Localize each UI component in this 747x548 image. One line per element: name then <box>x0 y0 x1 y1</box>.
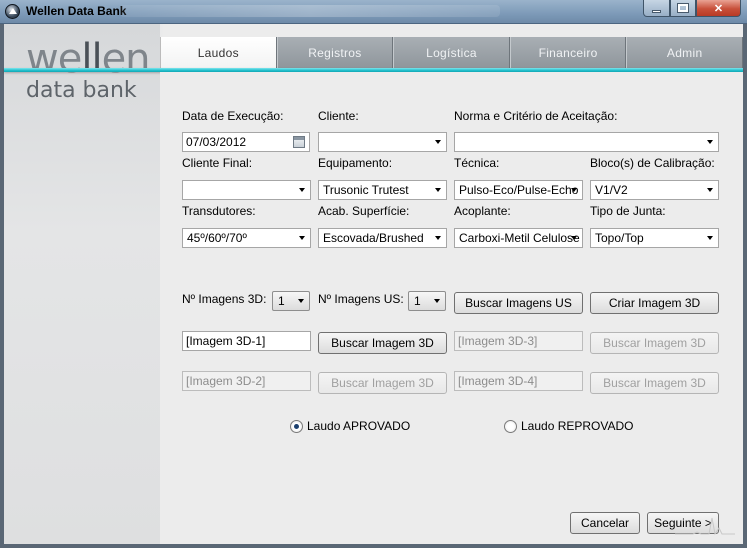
norma-label: Norma e Critério de Aceitação: <box>454 109 618 123</box>
calendar-icon[interactable] <box>293 136 305 148</box>
imagem-3d-4-field[interactable]: [Imagem 3D-4] <box>454 371 583 391</box>
bloco-select[interactable]: V1/V2 <box>590 180 719 200</box>
logo-panel: wellen data bank <box>4 24 160 544</box>
buscar-imagem-3d-4-button[interactable]: Buscar Imagem 3D <box>590 372 719 394</box>
laudo-aprovado-radio[interactable]: Laudo APROVADO <box>290 419 410 433</box>
chevron-down-icon <box>298 299 304 303</box>
n-imagens-us-value: 1 <box>414 294 421 308</box>
cliente-final-select[interactable] <box>182 180 311 200</box>
radio-unchecked-icon <box>504 419 517 433</box>
laudo-form: Data de Execução: 07/03/2012 Cliente: No… <box>160 72 743 544</box>
minimize-icon <box>652 9 661 13</box>
buscar-imagem-3d-3-button[interactable]: Buscar Imagem 3D <box>590 332 719 354</box>
app-window: Wellen Data Bank ✕ wellen data bank Laud… <box>0 0 747 548</box>
tipo-junta-label: Tipo de Junta: <box>590 204 666 218</box>
cliente-label: Cliente: <box>318 109 359 123</box>
close-icon: ✕ <box>713 2 724 15</box>
window-title: Wellen Data Bank <box>26 4 127 18</box>
data-execucao-field[interactable]: 07/03/2012 <box>182 132 310 152</box>
tab-bar: Laudos Registros Logística Financeiro Ad… <box>160 37 743 69</box>
tecnica-select[interactable]: Pulso-Eco/Pulse-Echo <box>454 180 583 200</box>
pulse-wave-icon <box>675 517 735 536</box>
cancelar-button[interactable]: Cancelar <box>570 512 640 534</box>
minimize-button[interactable] <box>643 0 670 17</box>
equipamento-select[interactable]: Trusonic Trutest <box>318 180 447 200</box>
transdutores-label: Transdutores: <box>182 204 256 218</box>
acab-select[interactable]: Escovada/Brushed <box>318 228 447 248</box>
criar-imagem-3d-button[interactable]: Criar Imagem 3D <box>590 292 719 314</box>
transdutores-value: 45º/60º/70º <box>187 231 247 245</box>
acoplante-select[interactable]: Carboxi-Metil Celulose <box>454 228 583 248</box>
bloco-label: Bloco(s) de Calibração: <box>590 156 715 170</box>
equipamento-value: Trusonic Trutest <box>323 183 409 197</box>
radio-checked-icon <box>290 419 303 433</box>
title-bar: Wellen Data Bank ✕ <box>0 0 747 24</box>
chevron-down-icon <box>434 299 440 303</box>
tab-laudos[interactable]: Laudos <box>160 37 277 69</box>
chevron-down-icon <box>299 236 305 240</box>
laudo-aprovado-label: Laudo APROVADO <box>307 419 411 433</box>
buscar-imagens-us-button[interactable]: Buscar Imagens US <box>454 292 583 314</box>
close-button[interactable]: ✕ <box>696 0 741 17</box>
transdutores-select[interactable]: 45º/60º/70º <box>182 228 311 248</box>
tecnica-label: Técnica: <box>454 156 500 170</box>
cliente-select[interactable] <box>318 132 447 152</box>
tab-logistica[interactable]: Logística <box>393 37 510 69</box>
equipamento-label: Equipamento: <box>318 156 393 170</box>
n-imagens-3d-select[interactable]: 1 <box>272 291 310 311</box>
imagem-3d-2-field[interactable]: [Imagem 3D-2] <box>182 371 311 391</box>
client-area: wellen data bank Laudos Registros Logíst… <box>4 24 743 544</box>
chevron-down-icon <box>707 236 713 240</box>
tab-financeiro[interactable]: Financeiro <box>509 37 627 69</box>
title-blur <box>120 5 500 17</box>
acoplante-value: Carboxi-Metil Celulose <box>459 231 580 245</box>
data-execucao-label: Data de Execução: <box>182 109 284 123</box>
bloco-value: V1/V2 <box>595 183 628 197</box>
n-imagens-us-select[interactable]: 1 <box>408 291 446 311</box>
maximize-icon <box>677 3 689 13</box>
acoplante-label: Acoplante: <box>454 204 511 218</box>
imagem-3d-1-field[interactable]: [Imagem 3D-1] <box>182 331 311 351</box>
chevron-down-icon <box>299 188 305 192</box>
n-imagens-3d-value: 1 <box>278 294 285 308</box>
buscar-imagem-3d-2-button[interactable]: Buscar Imagem 3D <box>318 372 447 394</box>
chevron-down-icon <box>435 236 441 240</box>
data-execucao-value: 07/03/2012 <box>186 135 247 149</box>
chevron-down-icon <box>435 140 441 144</box>
acab-value: Escovada/Brushed <box>323 231 424 245</box>
chevron-down-icon <box>707 188 713 192</box>
imagem-3d-3-field[interactable]: [Imagem 3D-3] <box>454 331 583 351</box>
laudo-reprovado-label: Laudo REPROVADO <box>521 419 634 433</box>
tab-registros[interactable]: Registros <box>276 37 394 69</box>
tipo-junta-select[interactable]: Topo/Top <box>590 228 719 248</box>
buscar-imagem-3d-1-button[interactable]: Buscar Imagem 3D <box>318 332 447 354</box>
tecnica-value: Pulso-Eco/Pulse-Echo <box>459 183 579 197</box>
acab-label: Acab. Superfície: <box>318 204 410 218</box>
chevron-down-icon <box>435 188 441 192</box>
app-icon <box>5 4 20 19</box>
tipo-junta-value: Topo/Top <box>595 231 644 245</box>
chevron-down-icon <box>571 188 577 192</box>
norma-select[interactable] <box>454 132 719 152</box>
n-imagens-us-label: Nº Imagens US: <box>318 292 404 306</box>
laudo-reprovado-radio[interactable]: Laudo REPROVADO <box>504 419 634 433</box>
tab-admin[interactable]: Admin <box>626 37 743 69</box>
chevron-down-icon <box>707 140 713 144</box>
logo-subtitle: data bank <box>26 78 137 103</box>
chevron-down-icon <box>571 236 577 240</box>
cliente-final-label: Cliente Final: <box>182 156 253 170</box>
maximize-button[interactable] <box>670 0 696 17</box>
logo-wordmark: wellen <box>26 36 151 82</box>
n-imagens-3d-label: Nº Imagens 3D: <box>182 292 267 306</box>
